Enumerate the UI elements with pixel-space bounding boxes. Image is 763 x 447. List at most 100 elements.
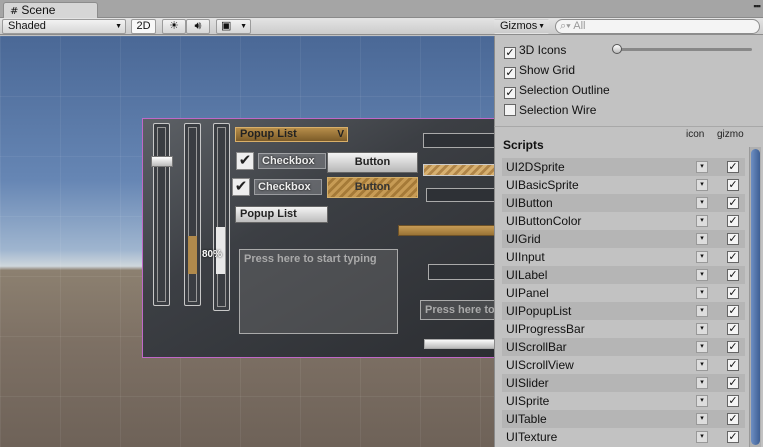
- button-gray[interactable]: Button: [327, 152, 418, 173]
- effects-dropdown[interactable]: ▣ ▼: [216, 19, 251, 34]
- script-row[interactable]: UIButtonColor ▾ ✓: [502, 212, 745, 230]
- option-selection-outline[interactable]: ✓ Selection Outline: [504, 82, 610, 99]
- icon-dropdown-icon[interactable]: ▾: [696, 197, 708, 209]
- shading-dropdown[interactable]: Shaded ▼: [2, 19, 126, 34]
- gizmo-checkbox-icon[interactable]: ✓: [727, 413, 739, 425]
- icon-dropdown-icon[interactable]: ▾: [696, 287, 708, 299]
- gizmo-checkbox-icon[interactable]: ✓: [727, 323, 739, 335]
- scene-viewport[interactable]: 80% Popup List V ✔ Checkbox ✔ Checkbox B…: [0, 36, 494, 447]
- script-row[interactable]: UIScrollBar ▾ ✓: [502, 338, 745, 356]
- scrollbar-thumb[interactable]: [751, 149, 760, 445]
- icon-dropdown-icon[interactable]: ▾: [696, 305, 708, 317]
- checkbox-icon[interactable]: [504, 104, 516, 116]
- option-selection-wire[interactable]: Selection Wire: [504, 102, 596, 118]
- icon-dropdown-icon[interactable]: ▾: [696, 161, 708, 173]
- gizmo-checkbox-icon[interactable]: ✓: [727, 395, 739, 407]
- icon-dropdown-icon[interactable]: ▾: [696, 179, 708, 191]
- script-row[interactable]: UIPanel ▾ ✓: [502, 284, 745, 302]
- gizmo-checkbox-icon[interactable]: ✓: [727, 305, 739, 317]
- popup-list-gold[interactable]: Popup List V: [235, 127, 348, 142]
- gizmo-checkbox-icon[interactable]: ✓: [727, 269, 739, 281]
- script-name: UIButtonColor: [506, 214, 582, 228]
- icon-dropdown-icon[interactable]: ▾: [696, 413, 708, 425]
- mode-2d-button[interactable]: 2D: [131, 19, 156, 34]
- icon-dropdown-icon[interactable]: ▾: [696, 233, 708, 245]
- audio-button[interactable]: 🔊︎: [186, 19, 210, 34]
- script-row[interactable]: UISprite ▾ ✓: [502, 392, 745, 410]
- script-row[interactable]: UISlider ▾ ✓: [502, 374, 745, 392]
- icon-dropdown-icon[interactable]: ▾: [696, 269, 708, 281]
- checkbox-2-label: Checkbox: [254, 179, 322, 195]
- chevron-down-icon: ▼: [538, 23, 545, 30]
- scripts-panel: icon gizmo Scripts UI2DSprite ▾ ✓ UIBasicSp…: [494, 126, 763, 447]
- checkbox-icon[interactable]: ✓: [504, 67, 516, 79]
- script-row[interactable]: UILabel ▾ ✓: [502, 266, 745, 284]
- icon-size-slider-track[interactable]: [616, 48, 752, 51]
- vertical-slider[interactable]: [153, 123, 170, 306]
- gizmo-checkbox-icon[interactable]: ✓: [727, 215, 739, 227]
- popup-list-gray[interactable]: Popup List: [235, 206, 328, 223]
- checkbox-icon[interactable]: ✓: [504, 87, 516, 99]
- icon-dropdown-icon[interactable]: ▾: [696, 323, 708, 335]
- gizmo-checkbox-icon[interactable]: ✓: [727, 377, 739, 389]
- script-row[interactable]: UIGrid ▾ ✓: [502, 230, 745, 248]
- lighting-button[interactable]: ☀: [162, 19, 186, 34]
- ui-root-panel[interactable]: 80% Popup List V ✔ Checkbox ✔ Checkbox B…: [142, 118, 494, 358]
- script-row[interactable]: UIButton ▾ ✓: [502, 194, 745, 212]
- vertical-scrollbar[interactable]: [213, 123, 230, 311]
- icon-size-slider-knob[interactable]: [612, 44, 622, 54]
- script-row[interactable]: UIScrollView ▾ ✓: [502, 356, 745, 374]
- gizmo-checkbox-icon[interactable]: ✓: [727, 431, 739, 443]
- icon-dropdown-icon[interactable]: ▾: [696, 395, 708, 407]
- script-row[interactable]: UI2DSprite ▾ ✓: [502, 158, 745, 176]
- icon-dropdown-icon[interactable]: ▾: [696, 359, 708, 371]
- gizmo-checkbox-icon[interactable]: ✓: [727, 197, 739, 209]
- scripts-scrollbar[interactable]: [749, 147, 761, 447]
- icon-dropdown-icon[interactable]: ▾: [696, 377, 708, 389]
- horizontal-bar-2: [426, 188, 494, 202]
- script-name: UIBasicSprite: [506, 178, 579, 192]
- slider-thumb[interactable]: [151, 156, 173, 167]
- icon-dropdown-icon[interactable]: ▾: [696, 251, 708, 263]
- script-row[interactable]: UIBasicSprite ▾ ✓: [502, 176, 745, 194]
- script-row[interactable]: UIPopupList ▾ ✓: [502, 302, 745, 320]
- icon-dropdown-icon[interactable]: ▾: [696, 215, 708, 227]
- text-input[interactable]: Press here to: [420, 300, 494, 320]
- gizmos-label: Gizmos: [500, 20, 538, 32]
- search-input[interactable]: ⌕▾ All: [555, 19, 760, 34]
- tab-menu-icon[interactable]: ▪▪▪: [753, 1, 761, 11]
- option-show-grid[interactable]: ✓ Show Grid: [504, 62, 575, 79]
- gizmo-checkbox-icon[interactable]: ✓: [727, 233, 739, 245]
- progress-fill: [188, 236, 197, 274]
- gizmo-checkbox-icon[interactable]: ✓: [727, 359, 739, 371]
- gizmos-dropdown[interactable]: Gizmos ▼: [494, 19, 549, 34]
- checkbox-icon[interactable]: ✓: [504, 47, 516, 59]
- gizmo-checkbox-icon[interactable]: ✓: [727, 287, 739, 299]
- column-header-gizmo: gizmo: [717, 129, 744, 140]
- script-row[interactable]: UIProgressBar ▾ ✓: [502, 320, 745, 338]
- script-name: UITexture: [506, 430, 558, 444]
- script-row[interactable]: UIInput ▾ ✓: [502, 248, 745, 266]
- icon-dropdown-icon[interactable]: ▾: [696, 341, 708, 353]
- gizmo-checkbox-icon[interactable]: ✓: [727, 179, 739, 191]
- option-3d-icons[interactable]: ✓ 3D Icons: [504, 42, 566, 59]
- checkbox-2[interactable]: ✔ Checkbox: [232, 177, 342, 197]
- horizontal-progress-striped: [423, 164, 494, 176]
- scripts-heading: Scripts: [503, 138, 544, 152]
- gizmo-checkbox-icon[interactable]: ✓: [727, 341, 739, 353]
- script-row[interactable]: UITable ▾ ✓: [502, 410, 745, 428]
- button-gold[interactable]: Button: [327, 177, 418, 198]
- tab-scene-label: Scene: [21, 3, 56, 17]
- script-name: UISlider: [506, 376, 549, 390]
- horizontal-bar-3: [428, 264, 494, 280]
- gizmo-checkbox-icon[interactable]: ✓: [727, 161, 739, 173]
- script-row[interactable]: UITexture ▾ ✓: [502, 428, 745, 446]
- tab-scene[interactable]: # Scene: [3, 2, 98, 19]
- tab-bar: # Scene ▪▪▪: [0, 0, 763, 19]
- text-area[interactable]: Press here to start typing: [239, 249, 398, 334]
- gizmo-checkbox-icon[interactable]: ✓: [727, 251, 739, 263]
- search-placeholder: All: [573, 20, 586, 32]
- horizontal-scrollbar[interactable]: [424, 339, 494, 349]
- icon-dropdown-icon[interactable]: ▾: [696, 431, 708, 443]
- script-name: UIPopupList: [506, 304, 572, 318]
